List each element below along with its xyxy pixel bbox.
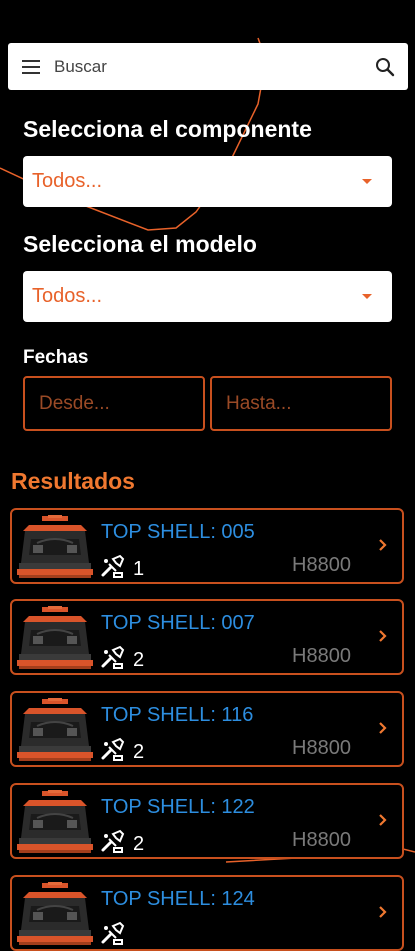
search-icon[interactable] — [362, 43, 408, 90]
result-model: H8800 — [292, 737, 351, 759]
model-select[interactable]: Todos... — [23, 271, 392, 322]
result-count: 2 — [133, 741, 145, 763]
dropdown-caret-icon — [362, 294, 372, 299]
component-label: Selecciona el componente — [23, 116, 312, 142]
product-thumbnail — [17, 698, 93, 761]
result-card[interactable]: TOP SHELL: 124 — [10, 875, 404, 951]
result-title: TOP SHELL: 122 — [101, 796, 255, 818]
result-count: 2 — [133, 649, 145, 671]
product-thumbnail — [17, 515, 93, 578]
tool-icon — [101, 645, 125, 669]
result-card[interactable]: TOP SHELL: 005 1 H8800 — [10, 508, 404, 584]
chevron-right-icon — [379, 539, 387, 551]
results-title: Resultados — [11, 468, 135, 494]
result-count: 1 — [133, 558, 145, 580]
result-title: TOP SHELL: 005 — [101, 521, 255, 543]
product-thumbnail — [17, 790, 93, 853]
result-count: 2 — [133, 833, 145, 855]
tool-icon — [101, 829, 125, 853]
result-card[interactable]: TOP SHELL: 007 2 H8800 — [10, 599, 404, 675]
result-title: TOP SHELL: 007 — [101, 612, 255, 634]
dates-label: Fechas — [23, 347, 89, 368]
result-card[interactable]: TOP SHELL: 116 2 H8800 — [10, 691, 404, 767]
dropdown-caret-icon — [362, 179, 372, 184]
tool-icon — [101, 737, 125, 761]
result-card[interactable]: TOP SHELL: 122 2 H8800 — [10, 783, 404, 859]
result-model: H8800 — [292, 645, 351, 667]
component-select[interactable]: Todos... — [23, 156, 392, 207]
chevron-right-icon — [379, 722, 387, 734]
date-from-field[interactable]: Desde... — [23, 376, 205, 431]
result-model: H8800 — [292, 554, 351, 576]
product-thumbnail — [17, 882, 93, 945]
result-model: H8800 — [292, 829, 351, 851]
model-select-value: Todos... — [32, 285, 103, 307]
result-title: TOP SHELL: 116 — [101, 704, 254, 726]
search-bar[interactable] — [8, 43, 408, 90]
search-input[interactable] — [54, 46, 362, 87]
model-label: Selecciona el modelo — [23, 231, 257, 257]
date-from-placeholder: Desde... — [39, 392, 110, 414]
tool-icon — [101, 554, 125, 578]
menu-icon[interactable] — [8, 43, 54, 90]
chevron-right-icon — [379, 630, 387, 642]
tool-icon — [101, 921, 125, 945]
component-select-value: Todos... — [32, 170, 103, 192]
date-to-placeholder: Hasta... — [226, 392, 292, 414]
date-to-field[interactable]: Hasta... — [210, 376, 392, 431]
chevron-right-icon — [379, 906, 387, 918]
chevron-right-icon — [379, 814, 387, 826]
product-thumbnail — [17, 606, 93, 669]
